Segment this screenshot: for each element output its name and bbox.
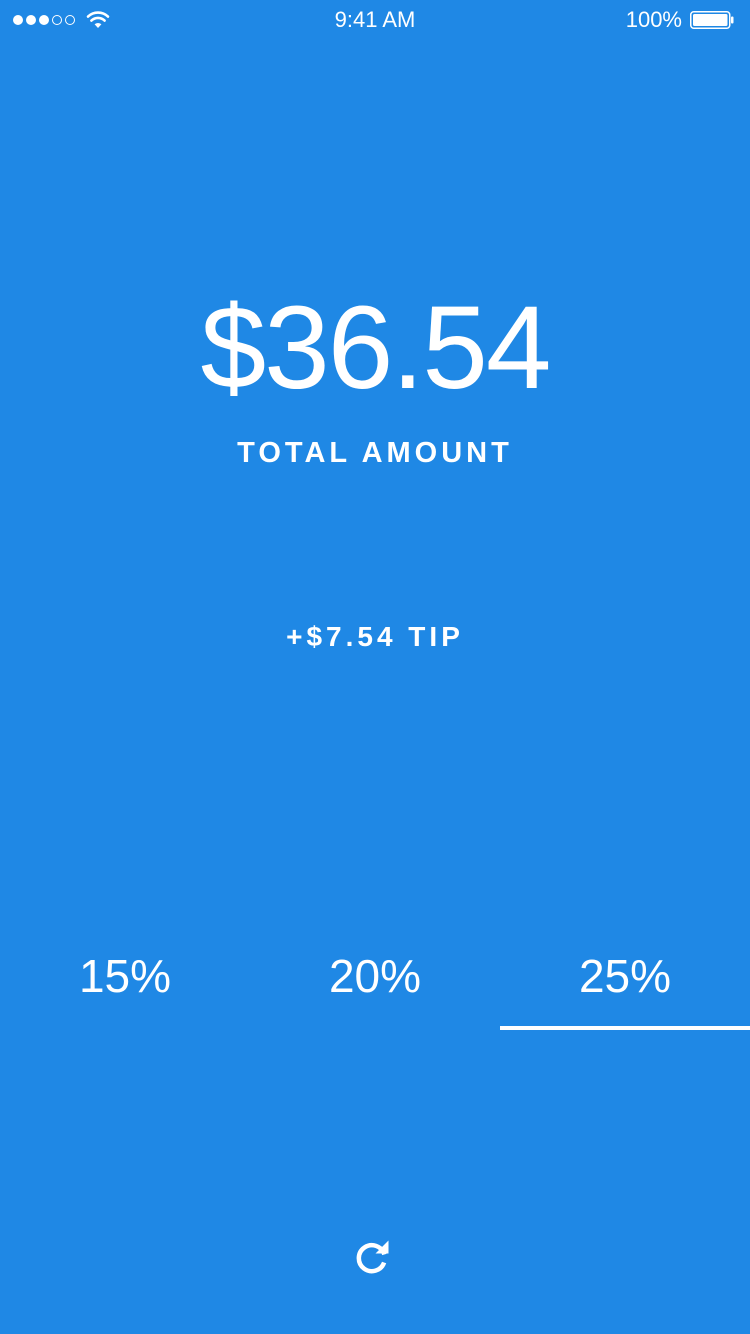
status-bar: 9:41 AM 100%: [0, 0, 750, 40]
selected-tip-indicator: [500, 1026, 750, 1030]
total-amount: $36.54: [200, 282, 552, 414]
tip-option-label: 15%: [78, 950, 172, 1002]
refresh-icon[interactable]: [352, 1236, 396, 1280]
tip-option-25[interactable]: 25%: [500, 940, 750, 1032]
tip-option-label: 20%: [328, 950, 422, 1002]
tip-amount: +$7.54 TIP: [286, 621, 464, 652]
tip-option-20[interactable]: 20%: [250, 940, 500, 1032]
battery-icon: [690, 11, 734, 29]
battery-percentage: 100%: [625, 7, 682, 32]
total-amount-label: TOTAL AMOUNT: [237, 437, 513, 469]
tip-percentage-selector: 15% 20% 25%: [0, 940, 750, 1032]
tip-option-15[interactable]: 15%: [0, 940, 250, 1032]
tip-option-label: 25%: [578, 950, 672, 1002]
